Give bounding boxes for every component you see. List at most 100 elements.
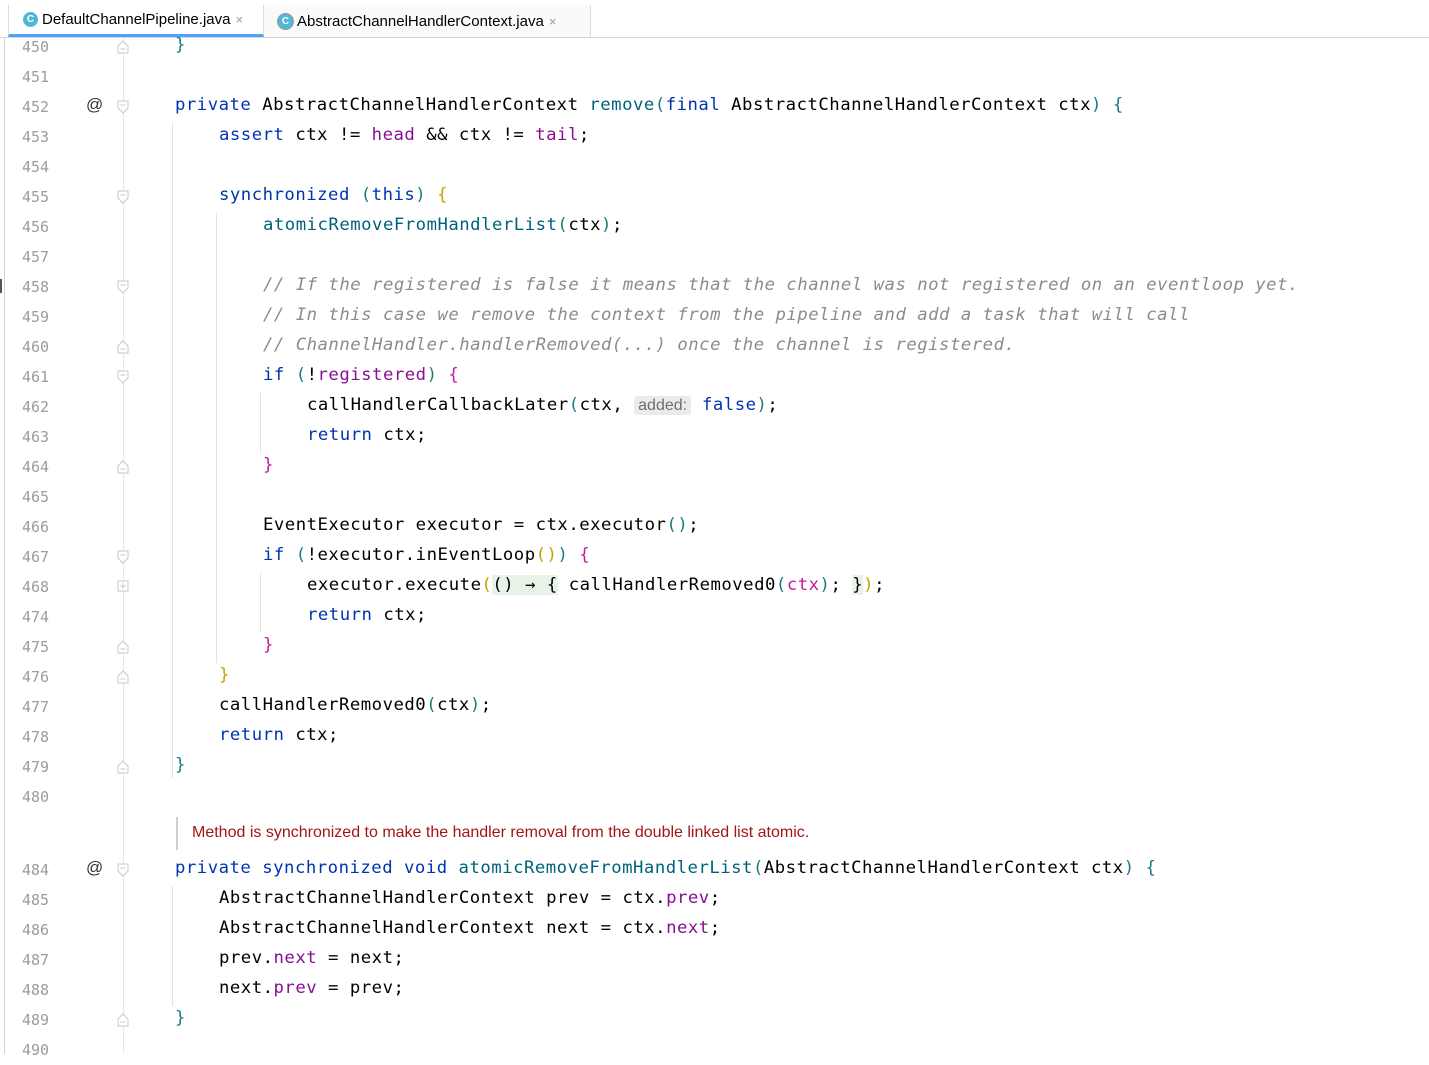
line-number[interactable]: 461 [22,368,49,386]
code-line[interactable]: 464} [0,452,1429,482]
line-number[interactable]: 459 [22,308,49,326]
code-text[interactable]: // ChannelHandler.handlerRemoved(...) on… [263,335,1015,355]
code-line[interactable]: 476} [0,662,1429,692]
line-number[interactable]: 478 [22,728,49,746]
line-number[interactable]: 477 [22,698,49,716]
line-number[interactable]: 475 [22,638,49,656]
code-line[interactable]: 479} [0,752,1429,782]
line-number[interactable]: 463 [22,428,49,446]
code-text[interactable]: // In this case we remove the context fr… [263,305,1190,325]
code-text[interactable]: assert ctx != head && ctx != tail; [219,125,590,145]
code-line[interactable]: 461 if (!registered) { [0,362,1429,392]
code-line[interactable]: 468 executor.execute(() → { callHandlerRe… [0,572,1429,602]
code-text[interactable]: } [263,455,274,475]
code-text[interactable]: callHandlerRemoved0(ctx); [219,695,492,715]
code-line[interactable]: 465 [0,482,1429,512]
code-text[interactable]: if (!executor.inEventLoop()) { [263,545,590,565]
code-line[interactable]: 462 callHandlerCallbackLater(ctx, added: … [0,392,1429,422]
code-line[interactable]: 458 // If the registered is false it mean… [0,272,1429,302]
code-text[interactable]: executor.execute(() → { callHandlerRemov… [307,575,885,595]
code-text[interactable]: synchronized (this) { [219,185,448,205]
line-number[interactable]: 465 [22,488,49,506]
close-icon[interactable]: × [549,14,557,29]
line-number[interactable]: 466 [22,518,49,536]
close-icon[interactable]: × [235,12,243,27]
code-text[interactable]: } [175,35,186,55]
code-line[interactable]: 455 synchronized (this) { [0,182,1429,212]
code-text[interactable]: AbstractChannelHandlerContext prev = ctx… [219,888,721,908]
code-text[interactable]: // If the registered is false it means t… [263,275,1299,295]
fold-marker-icon[interactable] [117,1013,129,1027]
code-line[interactable]: 467 if (!executor.inEventLoop()) { [0,542,1429,572]
line-number[interactable]: 480 [22,788,49,806]
code-line[interactable]: 474 return ctx; [0,602,1429,632]
code-line[interactable]: 487 prev.next = next; [0,945,1429,975]
fold-marker-icon[interactable] [117,340,129,354]
line-number[interactable]: 486 [22,921,49,939]
fold-marker-icon[interactable] [117,280,129,294]
fold-marker-icon[interactable] [117,640,129,654]
fold-marker-icon[interactable] [117,40,129,54]
fold-marker-icon[interactable] [117,670,129,684]
fold-marker-icon[interactable] [117,460,129,474]
line-number[interactable]: 488 [22,981,49,999]
line-number[interactable]: 458 [22,278,49,296]
fold-marker-icon[interactable] [117,100,129,114]
line-number[interactable]: 452 [22,98,49,116]
code-text[interactable]: prev.next = next; [219,948,404,968]
code-line[interactable]: 453 assert ctx != head && ctx != tail; [0,122,1429,152]
code-line[interactable]: 488 next.prev = prev; [0,975,1429,1005]
code-text[interactable]: atomicRemoveFromHandlerList(ctx); [263,215,623,235]
line-number[interactable]: 490 [22,1041,49,1059]
code-line[interactable]: 475} [0,632,1429,662]
fold-marker-icon[interactable] [117,190,129,204]
code-text[interactable]: return ctx; [307,425,427,445]
code-text[interactable]: return ctx; [307,605,427,625]
code-line[interactable]: 478 return ctx; [0,722,1429,752]
code-line[interactable]: 451 [0,62,1429,92]
code-text[interactable]: private synchronized void atomicRemoveFr… [175,858,1156,878]
line-number[interactable]: 484 [22,861,49,879]
code-text[interactable]: AbstractChannelHandlerContext next = ctx… [219,918,721,938]
line-number[interactable]: 455 [22,188,49,206]
code-line[interactable]: 484 @ private synchronized void atomicRemo… [0,855,1429,885]
code-text[interactable]: if (!registered) { [263,365,459,385]
code-line[interactable]: 459 // In this case we remove the context… [0,302,1429,332]
fold-marker-icon[interactable] [117,863,129,877]
override-marker-icon[interactable]: @ [86,858,103,878]
code-line[interactable]: 466 EventExecutor executor = ctx.executor… [0,512,1429,542]
line-number[interactable]: 454 [22,158,49,176]
line-number[interactable]: 464 [22,458,49,476]
line-number[interactable]: 453 [22,128,49,146]
code-line[interactable]: 454 [0,152,1429,182]
line-number[interactable]: 467 [22,548,49,566]
code-line[interactable]: 490 [0,1035,1429,1065]
code-line[interactable]: 463 return ctx; [0,422,1429,452]
code-line[interactable]: 456 atomicRemoveFromHandlerList(ctx); [0,212,1429,242]
code-text[interactable]: callHandlerCallbackLater(ctx, added: fal… [307,395,778,415]
code-text[interactable]: return ctx; [219,725,339,745]
line-number[interactable]: 457 [22,248,49,266]
code-line[interactable]: 460 // ChannelHandler.handlerRemoved(...)… [0,332,1429,362]
code-line[interactable]: 485 AbstractChannelHandlerContext prev = … [0,885,1429,915]
fold-marker-icon[interactable] [117,550,129,564]
line-number[interactable]: 468 [22,578,49,596]
code-line[interactable]: 480 [0,782,1429,812]
line-number[interactable]: 474 [22,608,49,626]
line-number[interactable]: 460 [22,338,49,356]
line-number[interactable]: 485 [22,891,49,909]
line-number[interactable]: 450 [22,38,49,56]
line-number[interactable]: 489 [22,1011,49,1029]
code-line[interactable]: 486 AbstractChannelHandlerContext next = … [0,915,1429,945]
code-text[interactable]: } [263,635,274,655]
code-text[interactable]: next.prev = prev; [219,978,404,998]
code-line[interactable]: 452 @ private AbstractChannelHandlerContex… [0,92,1429,122]
code-text[interactable]: private AbstractChannelHandlerContext re… [175,95,1124,115]
code-line[interactable]: 457 [0,242,1429,272]
code-text[interactable]: } [175,1008,186,1028]
fold-marker-icon[interactable] [117,580,129,593]
line-number[interactable]: 487 [22,951,49,969]
code-line[interactable]: 450} [0,32,1429,62]
line-number[interactable]: 476 [22,668,49,686]
code-line[interactable]: 489} [0,1005,1429,1035]
